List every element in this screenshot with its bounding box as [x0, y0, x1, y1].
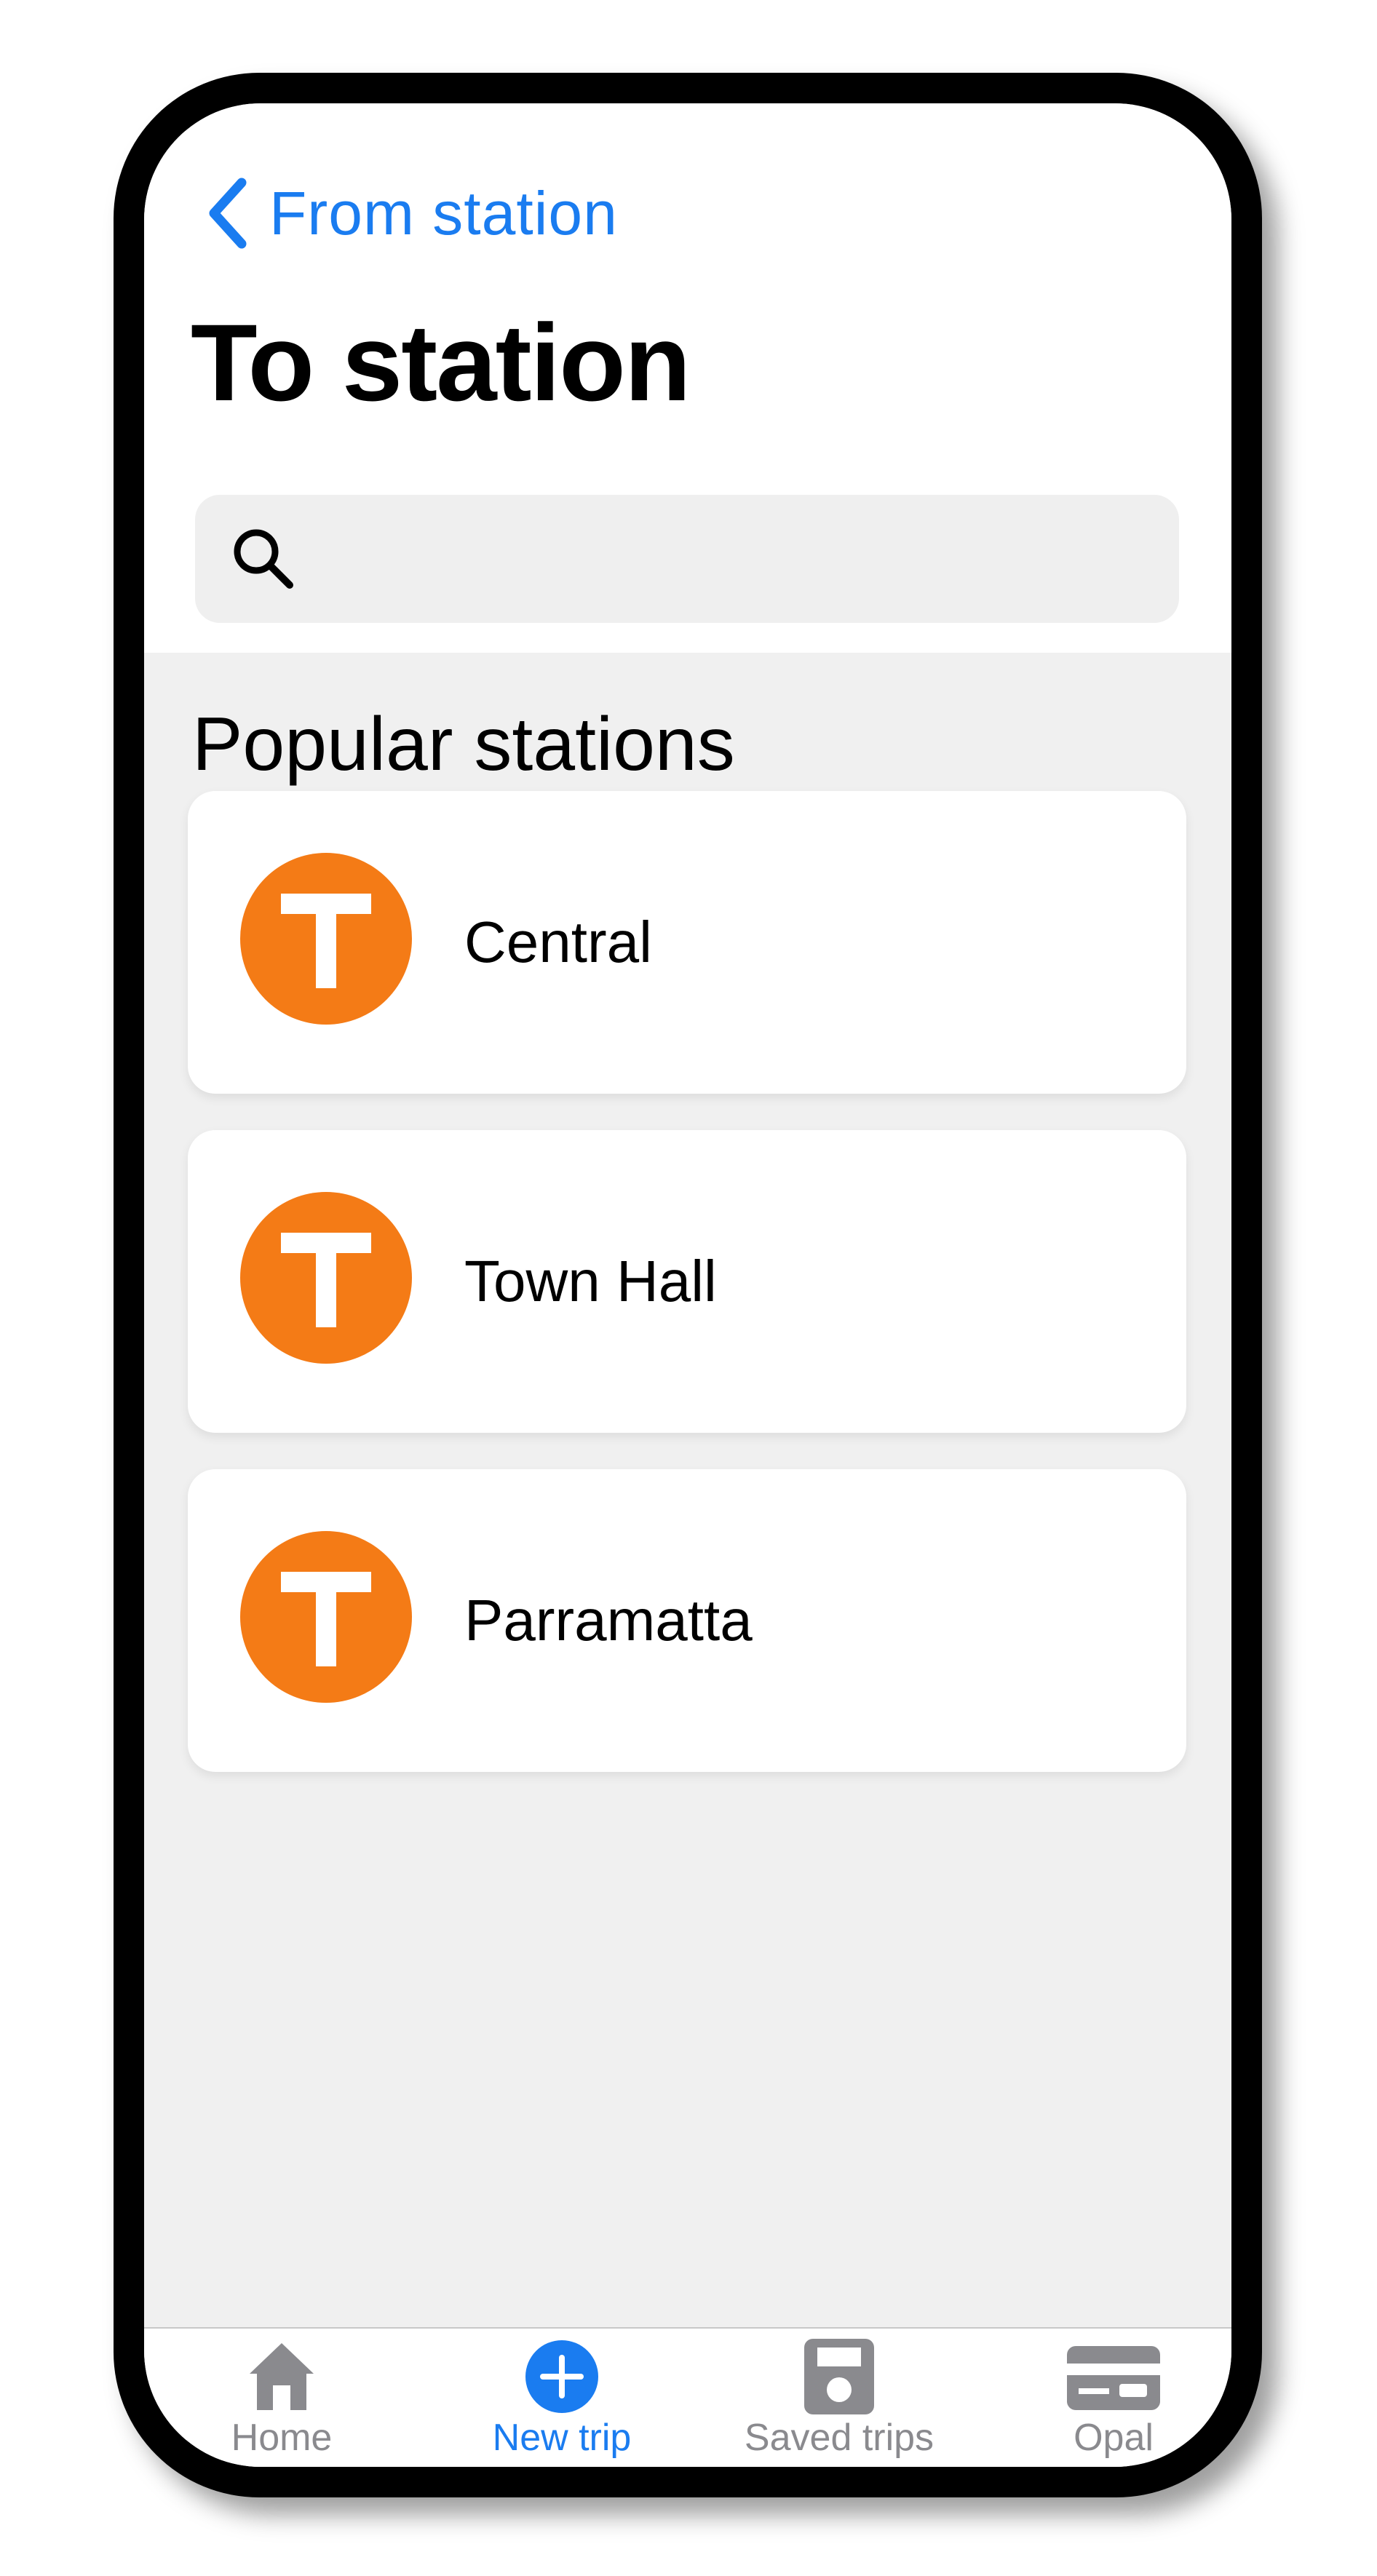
train-station-icon: [240, 853, 412, 1025]
tab-opal[interactable]: Opal: [1063, 2329, 1164, 2467]
header-area: From station To station: [144, 103, 1231, 653]
chevron-left-icon: [209, 178, 247, 249]
page-title: To station: [191, 301, 691, 424]
station-name: Central: [464, 910, 652, 974]
search-input[interactable]: [313, 494, 1179, 624]
back-button[interactable]: From station: [205, 173, 618, 253]
home-icon: [250, 2343, 314, 2410]
popular-stations-heading: Popular stations: [192, 702, 735, 787]
tab-new-trip[interactable]: New trip: [467, 2329, 656, 2467]
tab-label: Home: [231, 2417, 333, 2459]
tab-label: Saved trips: [744, 2417, 934, 2459]
station-name: Parramatta: [464, 1588, 753, 1653]
tab-home[interactable]: Home: [220, 2329, 344, 2467]
station-card-town-hall[interactable]: Town Hall: [188, 1130, 1186, 1433]
station-card-central[interactable]: Central: [188, 791, 1186, 1094]
card-icon: [1067, 2346, 1160, 2410]
tab-saved-trips[interactable]: Saved trips: [730, 2329, 948, 2467]
tab-label: Opal: [1074, 2417, 1154, 2459]
train-station-icon: [240, 1192, 412, 1364]
search-icon: [234, 529, 293, 589]
bottom-tab-bar: Home New trip Saved trips Opal: [144, 2327, 1231, 2467]
app-screen: From station To station Popular stations…: [144, 103, 1231, 2467]
station-card-parramatta[interactable]: Parramatta: [188, 1469, 1186, 1772]
station-name: Town Hall: [464, 1249, 717, 1313]
phone-frame: From station To station Popular stations…: [114, 73, 1262, 2497]
plus-circle-icon: [525, 2340, 598, 2413]
search-bar[interactable]: [195, 494, 1179, 624]
tab-label: New trip: [492, 2417, 632, 2459]
train-station-icon: [240, 1531, 412, 1703]
back-button-label: From station: [269, 178, 618, 247]
floppy-disk-icon: [804, 2339, 874, 2414]
